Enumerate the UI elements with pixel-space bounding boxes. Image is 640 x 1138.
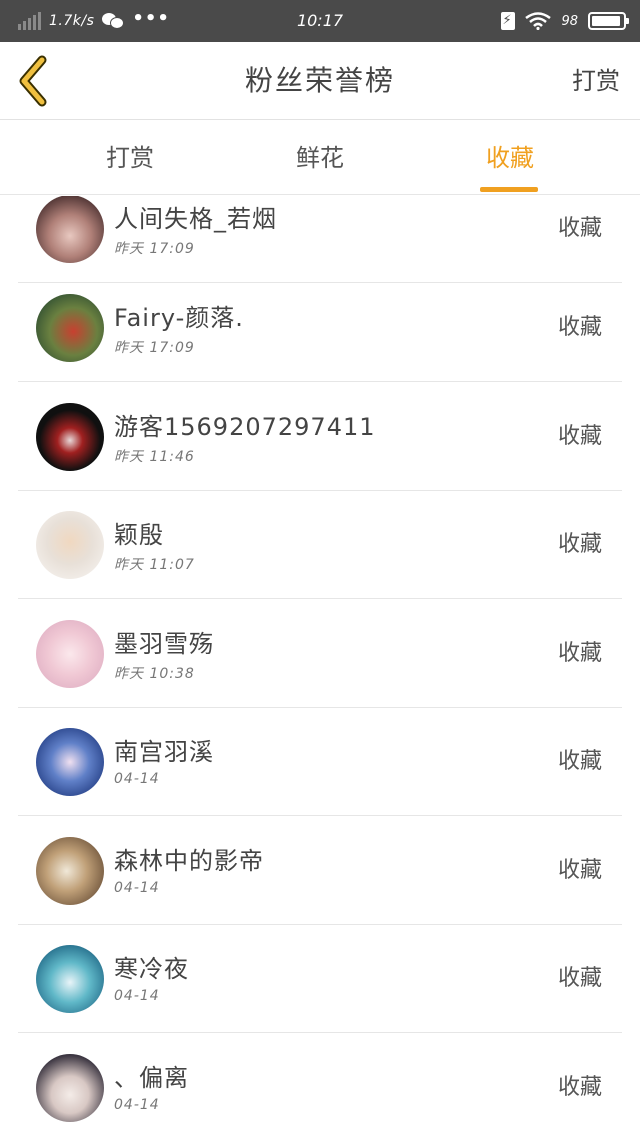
divider	[18, 1032, 622, 1033]
user-name: 人间失格_若烟	[114, 205, 277, 233]
user-name: 墨羽雪殇	[114, 630, 214, 658]
avatar	[36, 1054, 104, 1122]
active-tab-indicator	[480, 187, 538, 192]
status-right: 98	[501, 0, 629, 42]
back-button[interactable]	[14, 54, 54, 108]
user-name: 、偏离	[114, 1064, 189, 1092]
favorite-label: 收藏	[557, 1075, 602, 1100]
battery-icon	[588, 12, 629, 30]
favorite-label: 收藏	[557, 858, 602, 883]
tip-button[interactable]: 打赏	[572, 42, 620, 120]
tab-bar: 打赏 鲜花 收藏	[0, 121, 640, 195]
avatar	[36, 294, 104, 362]
page-title: 粉丝荣誉榜	[244, 64, 395, 97]
list-item[interactable]: 南宫羽溪 04-14 收藏	[0, 708, 640, 816]
favorite-label: 收藏	[557, 641, 602, 666]
wifi-icon	[525, 12, 552, 30]
divider	[18, 381, 622, 382]
favorite-label: 收藏	[557, 749, 602, 774]
timestamp: 昨天 17:09	[114, 340, 195, 356]
favorite-label: 收藏	[557, 315, 602, 340]
user-name: 森林中的影帝	[114, 847, 264, 875]
nav-bar: 粉丝荣誉榜 打赏	[0, 42, 640, 120]
favorite-label: 收藏	[557, 532, 602, 557]
chevron-left-icon	[19, 55, 47, 107]
user-name: 寒冷夜	[114, 955, 189, 983]
favorite-label: 收藏	[557, 216, 602, 241]
list-item[interactable]: 人间失格_若烟 昨天 17:09 收藏	[0, 196, 640, 283]
user-name: 游客1569207297411	[114, 413, 376, 441]
favorite-label: 收藏	[557, 424, 602, 449]
avatar	[36, 837, 104, 905]
list-item[interactable]: 墨羽雪殇 昨天 10:38 收藏	[0, 600, 640, 708]
tab-label: 鲜花	[296, 144, 344, 172]
charging-icon	[501, 12, 516, 30]
timestamp: 昨天 10:38	[114, 666, 195, 682]
more-dots-icon: •••	[132, 7, 170, 29]
list-item[interactable]: 游客1569207297411 昨天 11:46 收藏	[0, 383, 640, 491]
tab-favorites[interactable]: 收藏	[450, 121, 570, 195]
list-item[interactable]: 、偏离 04-14 收藏	[0, 1034, 640, 1138]
status-bar: 1.7k/s ••• 10:17 98	[0, 0, 640, 42]
list-item[interactable]: Fairy-颜落. 昨天 17:09 收藏	[0, 274, 640, 382]
list-item[interactable]: 颖殷 昨天 11:07 收藏	[0, 491, 640, 599]
timestamp: 昨天 17:09	[114, 241, 195, 257]
avatar	[36, 945, 104, 1013]
signal-icon	[18, 12, 41, 30]
user-name: 颖殷	[114, 521, 164, 549]
list-item[interactable]: 寒冷夜 04-14 收藏	[0, 925, 640, 1033]
tab-label: 打赏	[106, 144, 154, 172]
timestamp: 04-14	[114, 1097, 160, 1113]
wechat-icon	[102, 13, 125, 29]
avatar	[36, 728, 104, 796]
timestamp: 04-14	[114, 880, 160, 896]
battery-percent: 98	[561, 13, 578, 29]
timestamp: 04-14	[114, 988, 160, 1004]
tab-label: 收藏	[486, 144, 534, 172]
divider	[18, 598, 622, 599]
divider	[18, 815, 622, 816]
timestamp: 昨天 11:07	[114, 557, 195, 573]
list-item[interactable]: 森林中的影帝 04-14 收藏	[0, 817, 640, 925]
avatar	[36, 403, 104, 471]
timestamp: 昨天 11:46	[114, 449, 195, 465]
favorite-label: 收藏	[557, 966, 602, 991]
network-speed: 1.7k/s	[49, 13, 95, 29]
user-name: 南宫羽溪	[114, 738, 214, 766]
tab-flowers[interactable]: 鲜花	[260, 121, 380, 195]
tab-tip[interactable]: 打赏	[70, 121, 190, 195]
avatar	[36, 196, 104, 263]
favorites-list[interactable]: 人间失格_若烟 昨天 17:09 收藏 Fairy-颜落. 昨天 17:09 收…	[0, 196, 640, 1138]
status-left: 1.7k/s •••	[18, 0, 170, 42]
avatar	[36, 511, 104, 579]
user-name: Fairy-颜落.	[114, 304, 244, 332]
timestamp: 04-14	[114, 771, 160, 787]
avatar	[36, 620, 104, 688]
